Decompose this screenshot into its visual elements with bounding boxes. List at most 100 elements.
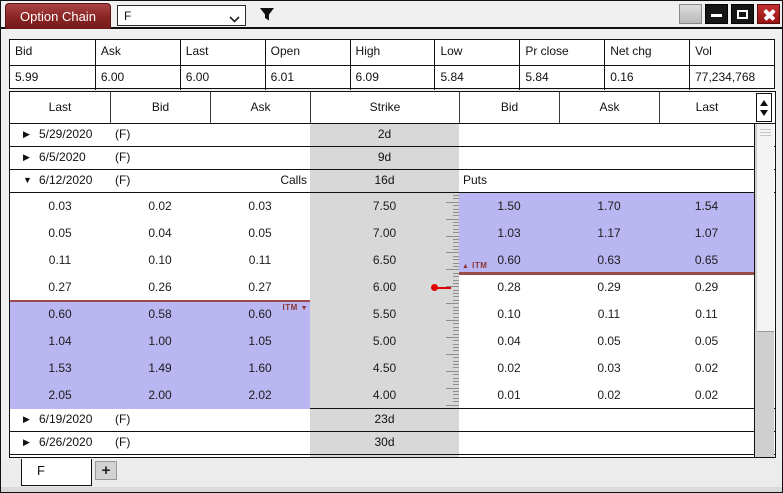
put-ask-cell[interactable]: 1.70 — [559, 193, 659, 220]
call-bid-cell[interactable]: 2.00 — [110, 382, 210, 409]
expand-arrow-icon[interactable]: ▶ — [23, 409, 30, 430]
put-bid-cell[interactable]: 1.03 — [459, 220, 559, 247]
quote-header: Last — [180, 40, 265, 65]
strike-cell: 6.50 — [310, 247, 459, 274]
window-title-tab[interactable]: Option Chain — [5, 3, 111, 29]
call-ask-cell[interactable]: 2.02 — [210, 382, 310, 409]
column-header-put-last[interactable]: Last — [659, 92, 754, 124]
column-header-call-bid[interactable]: Bid — [110, 92, 210, 124]
scrollbar-thumb[interactable] — [757, 124, 775, 332]
put-bid-cell[interactable]: 0.10 — [459, 301, 559, 328]
call-bid-cell[interactable]: 0.10 — [110, 247, 210, 274]
expiration-date: 6/26/2020 — [39, 432, 92, 453]
put-ask-cell[interactable]: 0.05 — [559, 328, 659, 355]
put-ask-cell[interactable]: 1.17 — [559, 220, 659, 247]
put-last-cell[interactable]: 0.65 — [659, 247, 754, 274]
expiration-row-6-26[interactable]: ▶ 6/26/2020 (F) 30d — [10, 432, 775, 455]
days-to-expiry: 16d — [310, 170, 459, 191]
call-ask-cell[interactable]: 1.05 — [210, 328, 310, 355]
funnel-icon[interactable] — [259, 7, 275, 27]
spin-up-icon[interactable] — [760, 100, 768, 106]
vertical-scrollbar[interactable] — [754, 124, 774, 457]
days-to-expiry: 30d — [310, 432, 459, 453]
call-last-cell[interactable]: 2.05 — [10, 382, 110, 409]
put-ask-cell[interactable]: 0.03 — [559, 355, 659, 382]
put-last-cell[interactable]: 1.07 — [659, 220, 754, 247]
tab-symbol-f[interactable]: F — [21, 459, 92, 486]
call-last-cell[interactable]: 0.27 — [10, 274, 110, 301]
quote-header: High — [350, 40, 435, 65]
call-ask-cell[interactable]: 0.05 — [210, 220, 310, 247]
column-header-strike[interactable]: Strike — [310, 92, 459, 124]
call-bid-cell[interactable]: 1.49 — [110, 355, 210, 382]
expiration-row-6-19[interactable]: ▶ 6/19/2020 (F) 23d — [10, 409, 775, 432]
column-header-put-bid[interactable]: Bid — [459, 92, 559, 124]
quote-value: 6.01 — [265, 65, 350, 90]
option-row: 0.11 0.10 0.11 6.50 0.60 0.63 0.65 — [10, 247, 775, 274]
expiration-symbol: (F) — [115, 124, 130, 145]
quote-header: Ask — [95, 40, 180, 65]
triangle-up-icon: ▲ — [462, 263, 469, 270]
option-chain-window: Option Chain F Bid Ask Last Open High Lo… — [0, 0, 783, 493]
quote-header: Pr close — [519, 40, 604, 65]
quote-value: 77,234,768 — [689, 65, 774, 90]
put-bid-cell[interactable]: 0.01 — [459, 382, 559, 409]
collapse-arrow-icon[interactable]: ▼ — [23, 170, 32, 191]
expand-arrow-icon[interactable]: ▶ — [23, 432, 30, 453]
call-last-cell[interactable]: 0.60 — [10, 301, 110, 328]
expiration-row-6-12[interactable]: ▼ 6/12/2020 (F) Calls 16d Puts — [10, 170, 775, 193]
spin-down-icon[interactable] — [760, 110, 768, 116]
minimize-icon[interactable] — [705, 4, 728, 24]
call-bid-cell[interactable]: 0.02 — [110, 193, 210, 220]
put-bid-cell[interactable]: 0.02 — [459, 355, 559, 382]
put-ask-cell[interactable]: 0.29 — [559, 274, 659, 301]
call-ask-cell[interactable]: 0.03 — [210, 193, 310, 220]
column-header-call-last[interactable]: Last — [10, 92, 110, 124]
put-ask-cell[interactable]: 0.63 — [559, 247, 659, 274]
expiration-row-5-29[interactable]: ▶ 5/29/2020 (F) 2d — [10, 124, 775, 147]
call-ask-cell[interactable]: 0.11 — [210, 247, 310, 274]
quote-value: 5.84 — [434, 65, 519, 90]
symbol-dropdown-value: F — [124, 9, 131, 23]
column-header-put-ask[interactable]: Ask — [559, 92, 659, 124]
symbol-dropdown[interactable]: F — [117, 5, 246, 26]
call-ask-cell[interactable]: 1.60 — [210, 355, 310, 382]
expiration-row-6-5[interactable]: ▶ 6/5/2020 (F) 9d — [10, 147, 775, 170]
days-to-expiry: 23d — [310, 409, 459, 430]
quote-header: Low — [434, 40, 519, 65]
call-bid-cell[interactable]: 0.26 — [110, 274, 210, 301]
put-ask-cell[interactable]: 0.02 — [559, 382, 659, 409]
call-bid-cell[interactable]: 0.58 — [110, 301, 210, 328]
maximize-icon[interactable] — [731, 4, 754, 24]
call-ask-cell[interactable]: 0.27 — [210, 274, 310, 301]
strike-cell: 4.00 — [310, 382, 459, 409]
call-last-cell[interactable]: 1.04 — [10, 328, 110, 355]
put-last-cell[interactable]: 0.02 — [659, 382, 754, 409]
expand-arrow-icon[interactable]: ▶ — [23, 147, 30, 168]
strike-cell: 5.00 — [310, 328, 459, 355]
add-tab-button[interactable]: + — [95, 461, 117, 480]
call-last-cell[interactable]: 0.03 — [10, 193, 110, 220]
close-icon[interactable] — [757, 4, 780, 24]
put-bid-cell[interactable]: 0.28 — [459, 274, 559, 301]
option-row: 0.03 0.02 0.03 7.50 1.50 1.70 1.54 — [10, 193, 775, 220]
put-last-cell[interactable]: 0.29 — [659, 274, 754, 301]
put-last-cell[interactable]: 0.11 — [659, 301, 754, 328]
call-last-cell[interactable]: 0.11 — [10, 247, 110, 274]
call-bid-cell[interactable]: 0.04 — [110, 220, 210, 247]
put-last-cell[interactable]: 1.54 — [659, 193, 754, 220]
put-last-cell[interactable]: 0.05 — [659, 328, 754, 355]
put-bid-cell[interactable]: 0.04 — [459, 328, 559, 355]
expand-arrow-icon[interactable]: ▶ — [23, 124, 30, 145]
chevron-down-icon — [229, 12, 240, 26]
put-bid-cell[interactable]: 1.50 — [459, 193, 559, 220]
put-last-cell[interactable]: 0.02 — [659, 355, 754, 382]
chain-body: ▶ 5/29/2020 (F) 2d ▶ 6/5/2020 (F) 9d ▼ 6… — [10, 124, 775, 457]
call-bid-cell[interactable]: 1.00 — [110, 328, 210, 355]
blank-button[interactable] — [679, 4, 702, 24]
call-last-cell[interactable]: 1.53 — [10, 355, 110, 382]
call-last-cell[interactable]: 0.05 — [10, 220, 110, 247]
put-ask-cell[interactable]: 0.11 — [559, 301, 659, 328]
column-header-call-ask[interactable]: Ask — [210, 92, 310, 124]
strike-cell: 7.00 — [310, 220, 459, 247]
